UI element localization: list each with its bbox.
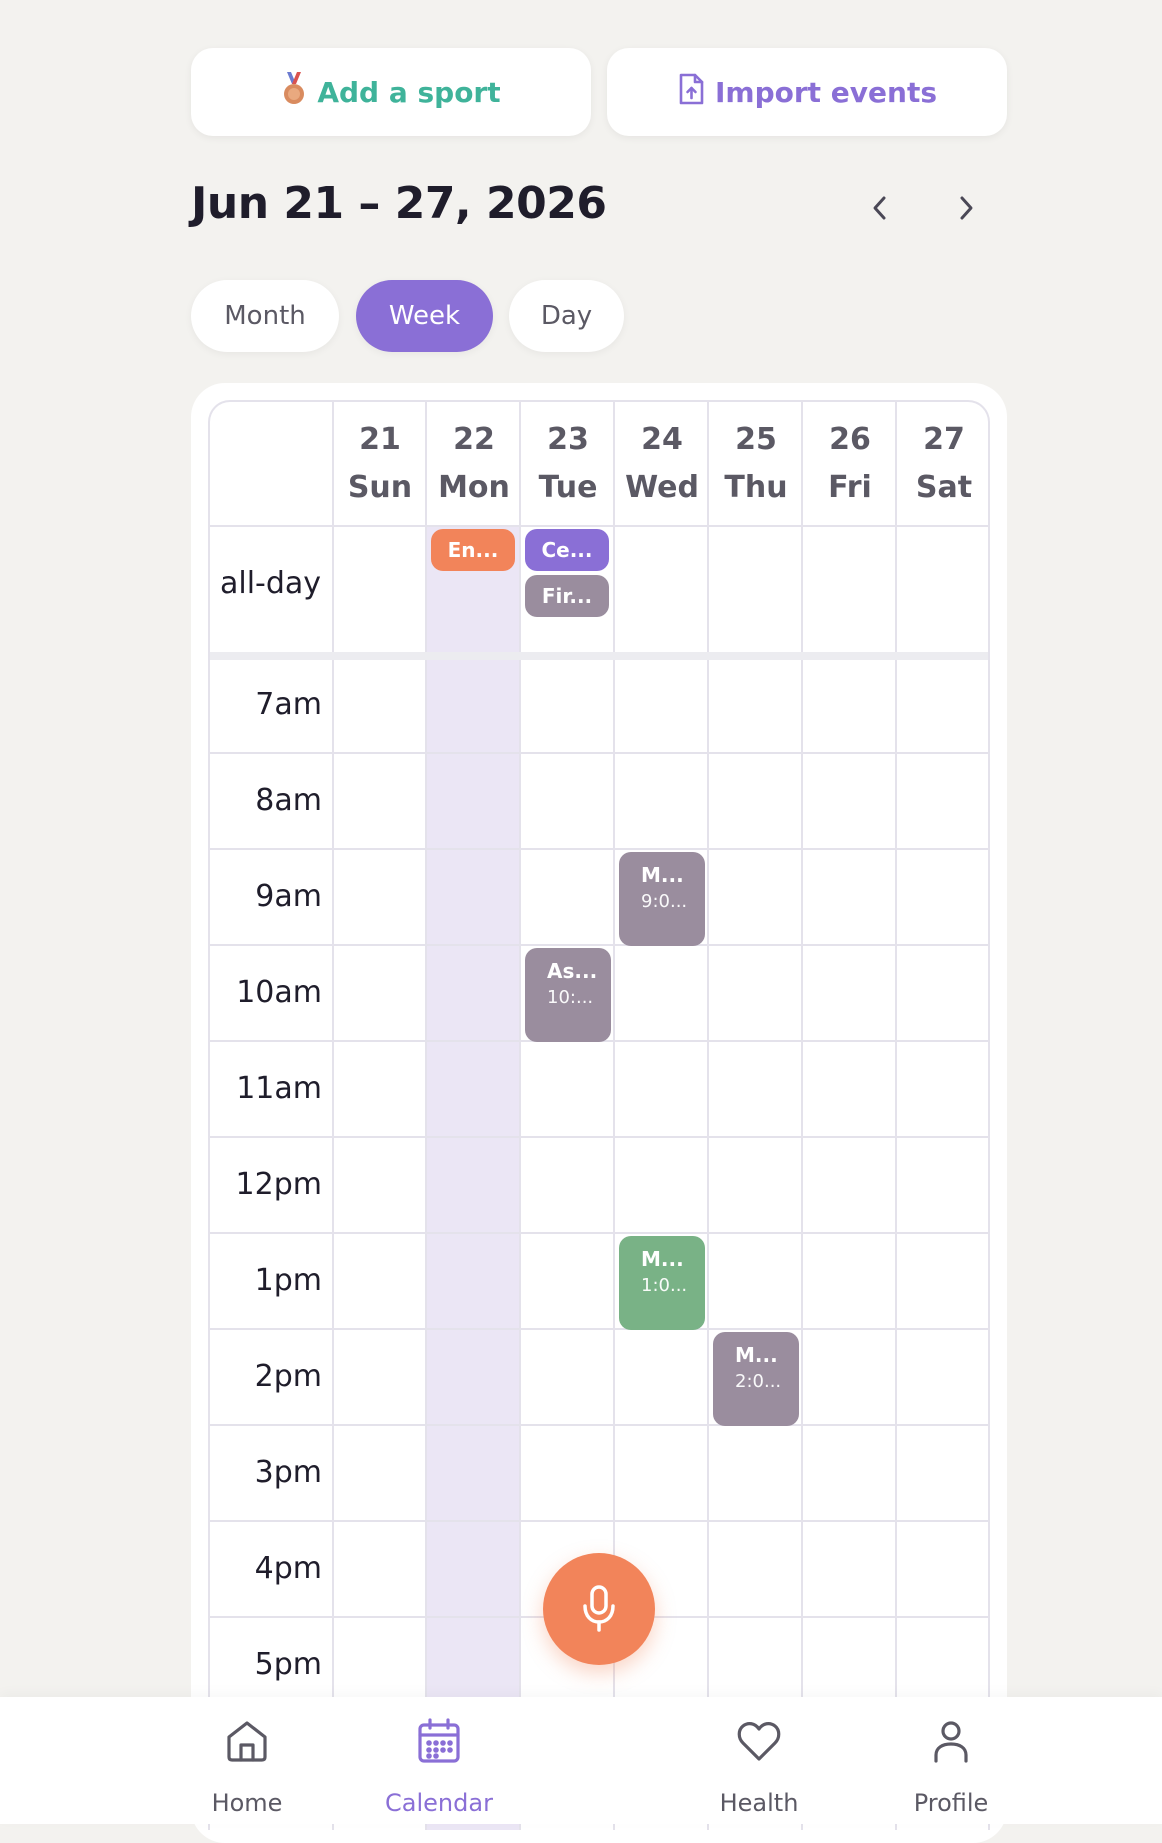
event-title: M... bbox=[641, 863, 684, 887]
hour-label: 3pm bbox=[254, 1455, 322, 1490]
user-icon bbox=[934, 1721, 968, 1763]
day-header[interactable]: 26 Fri bbox=[803, 416, 897, 512]
nav-profile[interactable]: Profile bbox=[871, 1697, 1031, 1824]
day-name: Fri bbox=[828, 470, 872, 505]
all-day-event[interactable]: Fir... bbox=[525, 575, 609, 617]
day-name: Tue bbox=[538, 470, 598, 505]
event-time: 9:0... bbox=[641, 891, 688, 912]
day-header[interactable]: 25 Thu bbox=[709, 416, 803, 512]
bottom-nav: Home Calendar Health Profile bbox=[0, 1697, 1162, 1824]
event-time: 2:0... bbox=[735, 1371, 782, 1392]
event-time: 1:0... bbox=[641, 1275, 688, 1296]
event-title: As... bbox=[547, 959, 598, 983]
nav-profile-label: Profile bbox=[913, 1789, 989, 1817]
view-month-tab[interactable]: Month bbox=[191, 280, 339, 352]
calendar-icon bbox=[418, 1718, 460, 1763]
day-header[interactable]: 24 Wed bbox=[615, 416, 709, 512]
nav-health[interactable]: Health bbox=[679, 1697, 839, 1824]
day-number: 27 bbox=[923, 422, 965, 457]
import-events-label: Import events bbox=[714, 75, 938, 109]
calendar-event[interactable]: M... 9:0... bbox=[619, 852, 705, 946]
day-header[interactable]: 27 Sat bbox=[897, 416, 988, 512]
microphone-icon bbox=[583, 1585, 615, 1632]
day-name: Mon bbox=[438, 470, 510, 505]
all-day-label: all-day bbox=[220, 566, 322, 601]
day-name: Sat bbox=[915, 470, 973, 505]
next-week-button[interactable] bbox=[944, 186, 988, 230]
hour-label: 5pm bbox=[254, 1647, 322, 1682]
chevron-right-icon bbox=[960, 196, 973, 220]
chevron-left-icon bbox=[873, 196, 886, 220]
day-header[interactable]: 22 Mon bbox=[427, 416, 521, 512]
day-number: 23 bbox=[547, 422, 589, 457]
day-number: 21 bbox=[359, 422, 401, 457]
medal-icon bbox=[281, 71, 307, 113]
date-range-title: Jun 21 – 27, 2026 bbox=[191, 178, 607, 229]
hour-label: 9am bbox=[255, 879, 322, 914]
day-name: Sun bbox=[347, 470, 413, 505]
view-week-tab[interactable]: Week bbox=[356, 280, 493, 352]
calendar-event[interactable]: M... 1:0... bbox=[619, 1236, 705, 1330]
day-name: Wed bbox=[625, 470, 699, 505]
day-name: Thu bbox=[724, 470, 788, 505]
nav-calendar-label: Calendar bbox=[385, 1789, 493, 1817]
day-number: 26 bbox=[829, 422, 871, 457]
calendar-event[interactable]: M... 2:0... bbox=[713, 1332, 799, 1426]
previous-week-button[interactable] bbox=[858, 186, 902, 230]
all-day-event[interactable]: Ce... bbox=[525, 529, 609, 571]
event-title: M... bbox=[641, 1247, 684, 1271]
day-number: 25 bbox=[735, 422, 777, 457]
hour-label: 8am bbox=[255, 783, 322, 818]
nav-calendar[interactable]: Calendar bbox=[359, 1697, 519, 1824]
hour-label: 1pm bbox=[254, 1263, 322, 1298]
add-sport-label: Add a sport bbox=[317, 75, 501, 109]
hour-label: 12pm bbox=[235, 1167, 322, 1202]
hour-label: 11am bbox=[236, 1071, 322, 1106]
event-title: M... bbox=[735, 1343, 778, 1367]
all-day-separator bbox=[210, 652, 988, 660]
calendar-event[interactable]: As... 10:... bbox=[525, 948, 611, 1042]
hour-label: 4pm bbox=[254, 1551, 322, 1586]
add-sport-button[interactable]: Add a sport bbox=[191, 48, 591, 136]
event-time: 10:... bbox=[547, 987, 594, 1008]
nav-health-label: Health bbox=[719, 1789, 799, 1817]
nav-home[interactable]: Home bbox=[167, 1697, 327, 1824]
home-icon bbox=[227, 1721, 267, 1762]
today-column-highlight bbox=[425, 527, 519, 1830]
nav-home-label: Home bbox=[211, 1789, 283, 1817]
hour-label: 2pm bbox=[254, 1359, 322, 1394]
hour-label: 10am bbox=[236, 975, 322, 1010]
file-upload-icon bbox=[677, 73, 705, 112]
voice-input-button[interactable] bbox=[543, 1553, 655, 1665]
hour-label: 7am bbox=[255, 687, 322, 722]
all-day-event[interactable]: En... bbox=[431, 529, 515, 571]
day-header[interactable]: 23 Tue bbox=[521, 416, 615, 512]
day-header[interactable]: 21 Sun bbox=[333, 416, 427, 512]
heart-icon bbox=[737, 1722, 781, 1761]
view-day-tab[interactable]: Day bbox=[509, 280, 624, 352]
day-number: 22 bbox=[453, 422, 495, 457]
import-events-button[interactable]: Import events bbox=[607, 48, 1007, 136]
day-number: 24 bbox=[641, 422, 683, 457]
